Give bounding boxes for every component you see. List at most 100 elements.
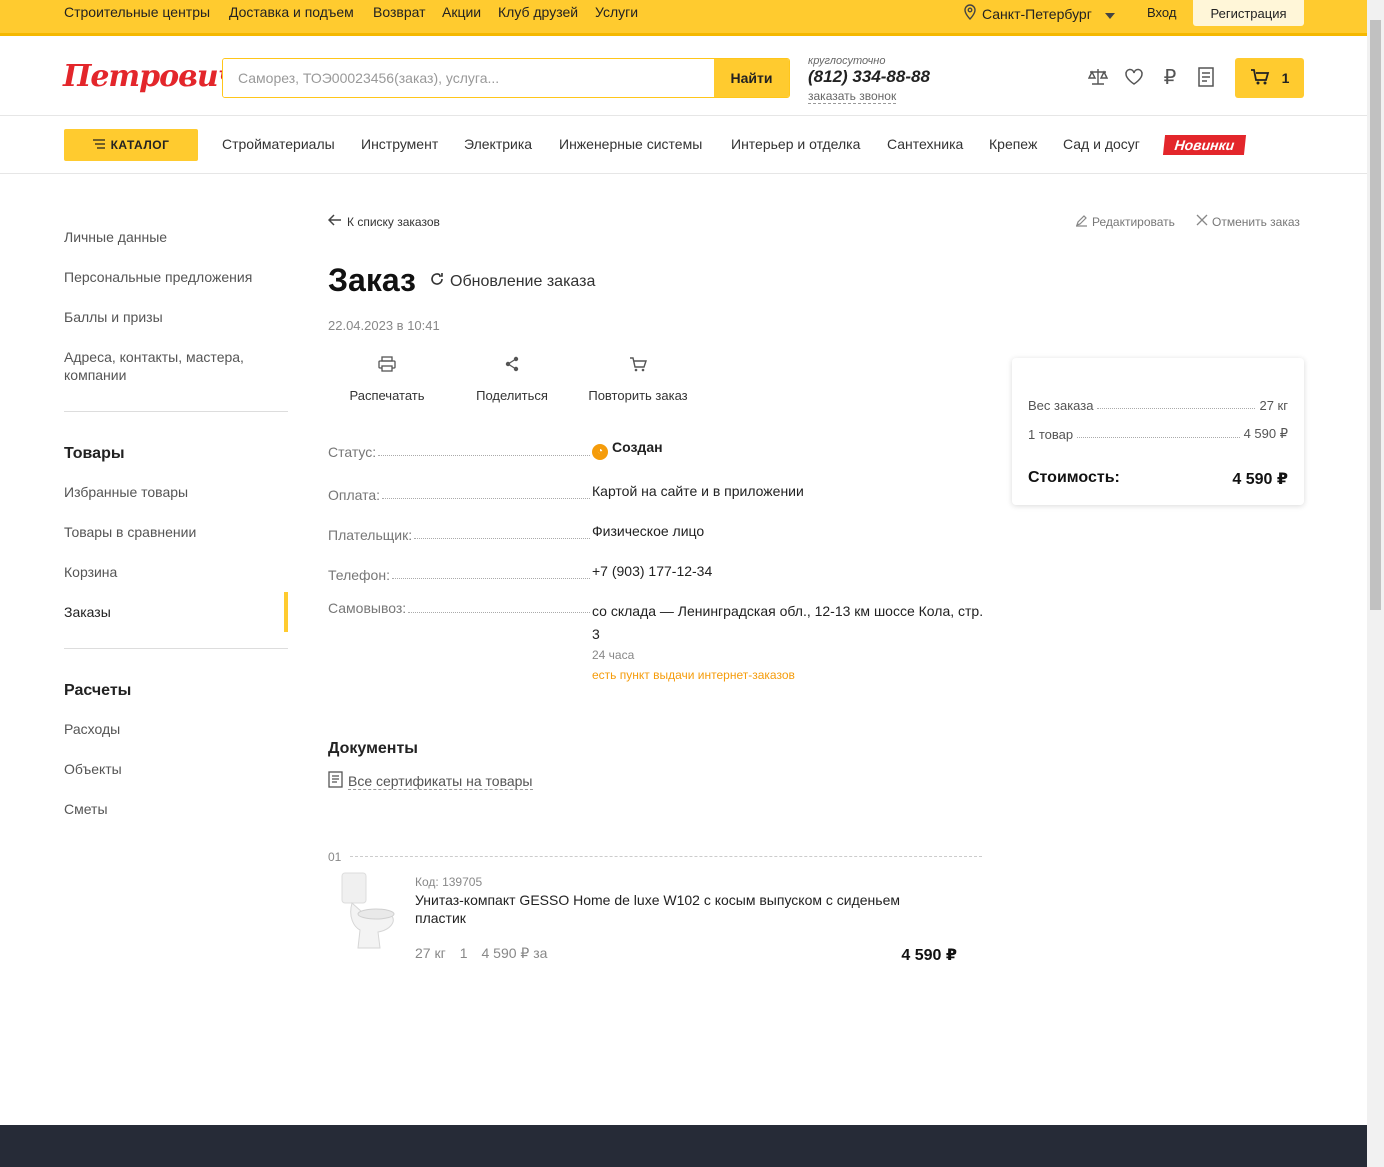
- edit-order-button[interactable]: Редактировать: [1075, 214, 1175, 230]
- product-code: Код: 139705: [415, 875, 483, 889]
- cancel-order-button[interactable]: Отменить заказ: [1196, 214, 1300, 229]
- link-stores[interactable]: Строительные центры: [64, 4, 210, 20]
- cart-count: 1: [1281, 70, 1290, 86]
- product-weight: 27 кг: [415, 945, 446, 961]
- payer-value: Физическое лицо: [592, 523, 705, 539]
- location-pin-icon: [963, 4, 977, 23]
- field-label: Самовывоз:: [328, 600, 592, 686]
- nav-engineering[interactable]: Инженерные системы: [559, 136, 702, 152]
- phone-subtitle: круглосуточно: [808, 55, 886, 67]
- update-order-button[interactable]: Обновление заказа: [429, 271, 595, 292]
- pickup-note: есть пункт выдачи интернет-заказов: [592, 668, 795, 682]
- field-status: Статус: ◔ Создан: [328, 436, 990, 460]
- heart-icon[interactable]: [1124, 67, 1144, 87]
- sidebar-item-compare[interactable]: Товары в сравнении: [64, 523, 288, 541]
- sidebar-divider: [64, 411, 288, 412]
- link-services[interactable]: Услуги: [595, 4, 638, 20]
- search-button[interactable]: Найти: [714, 59, 789, 97]
- sidebar-item-personal[interactable]: Личные данные: [64, 228, 288, 246]
- pickup-hours: 24 часа: [592, 648, 635, 662]
- cart-icon: [582, 356, 694, 380]
- chevron-down-icon: [1104, 6, 1115, 22]
- cancel-label: Отменить заказ: [1212, 214, 1300, 229]
- printer-icon: [337, 356, 437, 380]
- ruble-icon[interactable]: ₽: [1160, 67, 1180, 89]
- document-icon[interactable]: [1196, 67, 1216, 87]
- documents-title: Документы: [328, 740, 418, 757]
- nav-new-badge[interactable]: Новинки: [1162, 135, 1247, 155]
- pencil-icon: [1075, 214, 1088, 230]
- sidebar-goods-title: Товары: [64, 445, 125, 462]
- clock-icon: ◔: [592, 444, 608, 460]
- arrow-left-icon: [327, 214, 342, 229]
- sidebar-item-orders[interactable]: Заказы: [64, 603, 288, 621]
- compare-icon[interactable]: [1088, 67, 1108, 87]
- summary-total-label: Стоимость:: [1028, 469, 1120, 486]
- cart-icon: [1250, 68, 1270, 89]
- pickup-address: со склада — Ленинградская обл., 12-13 км…: [592, 603, 984, 642]
- product-qty: 1: [459, 945, 468, 961]
- nav-interior[interactable]: Интерьер и отделка: [731, 136, 860, 152]
- catalog-button[interactable]: КАТАЛОГ: [64, 129, 198, 161]
- callback-link[interactable]: заказать звонок: [808, 90, 897, 104]
- product-image[interactable]: [338, 872, 398, 950]
- repeat-label: Повторить заказ: [588, 388, 688, 403]
- login-link[interactable]: Вход: [1147, 5, 1176, 20]
- menu-icon: [92, 138, 105, 152]
- close-icon: [1196, 214, 1208, 229]
- status-value: ◔ Создан: [592, 436, 990, 460]
- sidebar-item-cart[interactable]: Корзина: [64, 563, 288, 581]
- link-return[interactable]: Возврат: [373, 4, 426, 20]
- city-name: Санкт-Петербург: [982, 5, 1092, 22]
- print-button[interactable]: Распечатать: [337, 356, 437, 403]
- sidebar-item-offers[interactable]: Персональные предложения: [64, 268, 288, 286]
- header-icons: ₽: [1088, 67, 1216, 89]
- back-to-orders-link[interactable]: К списку заказов: [327, 214, 440, 229]
- nav-garden[interactable]: Сад и досуг: [1063, 136, 1140, 152]
- product-name[interactable]: Унитаз-компакт GESSO Home de luxe W102 с…: [415, 891, 935, 927]
- sidebar-item-addresses[interactable]: Адреса, контакты, мастера, компании: [64, 348, 288, 384]
- nav-electrics[interactable]: Электрика: [464, 136, 532, 152]
- phone-number[interactable]: (812) 334-88-88: [808, 67, 930, 87]
- sidebar-item-points[interactable]: Баллы и призы: [64, 308, 288, 326]
- product-unit-price: 4 590 ₽ за: [481, 945, 548, 961]
- sidebar-item-expenses[interactable]: Расходы: [64, 720, 288, 738]
- top-bar: Строительные центры Доставка и подъем Во…: [0, 0, 1367, 36]
- refresh-icon: [429, 271, 445, 292]
- register-button[interactable]: Регистрация: [1193, 0, 1304, 26]
- sidebar-item-estimates[interactable]: Сметы: [64, 800, 288, 818]
- repeat-order-button[interactable]: Повторить заказ: [582, 356, 694, 403]
- nav-building-materials[interactable]: Стройматериалы: [222, 136, 335, 152]
- link-club[interactable]: Клуб друзей: [498, 4, 578, 20]
- product-total: 4 590 ₽: [901, 947, 957, 964]
- nav-plumbing[interactable]: Сантехника: [887, 136, 963, 152]
- field-label: Статус:: [328, 436, 592, 460]
- cart-button[interactable]: 1: [1235, 58, 1304, 98]
- link-promo[interactable]: Акции: [442, 4, 481, 20]
- summary-items: 1 товар 4 590 ₽: [1028, 426, 1288, 442]
- certificates-link[interactable]: Все сертификаты на товары: [328, 771, 533, 791]
- share-button[interactable]: Поделиться: [467, 356, 557, 403]
- sidebar-item-objects[interactable]: Объекты: [64, 760, 288, 778]
- page-title: Заказ: [328, 262, 416, 298]
- search-input[interactable]: [223, 59, 714, 97]
- logo[interactable]: Петрович: [63, 59, 239, 94]
- summary-total: Стоимость: 4 590 ₽: [1028, 469, 1288, 489]
- field-label: Плательщик:: [328, 520, 592, 543]
- sidebar-item-favorites[interactable]: Избранные товары: [64, 483, 288, 501]
- order-summary-card: Вес заказа 27 кг 1 товар 4 590 ₽ Стоимость…: [1012, 358, 1304, 505]
- pickup-value: со склада — Ленинградская обл., 12-13 км…: [592, 600, 990, 686]
- scrollbar-thumb[interactable]: [1370, 20, 1381, 610]
- product-divider: [350, 856, 982, 857]
- phone-value: +7 (903) 177-12-34: [592, 563, 713, 579]
- nav-tools[interactable]: Инструмент: [361, 136, 438, 152]
- print-label: Распечатать: [349, 388, 425, 403]
- city-selector[interactable]: Санкт-Петербург: [963, 4, 1115, 23]
- field-payment: Оплата: Картой на сайте и в приложении: [328, 480, 990, 503]
- nav-fasteners[interactable]: Крепеж: [989, 136, 1037, 152]
- back-label: К списку заказов: [347, 214, 440, 229]
- summary-weight-value: 27 кг: [1259, 398, 1288, 413]
- field-pickup: Самовывоз: со склада — Ленинградская обл…: [328, 600, 990, 686]
- summary-total-value: 4 590 ₽: [1232, 471, 1288, 488]
- link-delivery[interactable]: Доставка и подъем: [229, 4, 354, 20]
